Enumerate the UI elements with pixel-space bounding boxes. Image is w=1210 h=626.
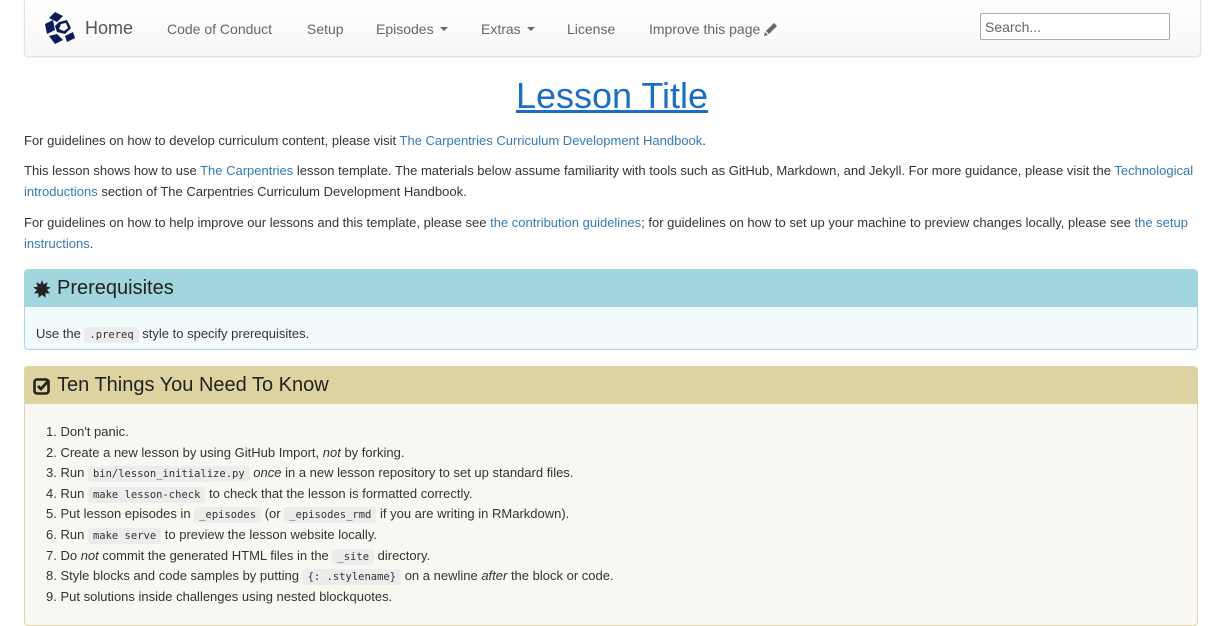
asterisk-icon [33, 279, 51, 298]
text: Put lesson episodes in [60, 506, 195, 522]
text: in a new lesson repository to set up sta… [281, 465, 574, 481]
ten-things-title: Ten Things You Need To Know [57, 374, 329, 396]
inline-code: _site [332, 548, 375, 565]
ten-things-header: Ten Things You Need To Know [25, 367, 1197, 404]
text: Create a new lesson by using GitHub Impo… [60, 444, 323, 460]
inline-code: _episodes_rmd [284, 507, 377, 524]
prerequisites-header: Prerequisites [25, 270, 1197, 307]
inline-code: make serve [87, 527, 162, 544]
text: directory. [374, 547, 431, 563]
list-item: 6. Run make serve to preview the lesson … [46, 525, 614, 546]
text: Style blocks and code samples by putting [60, 568, 303, 584]
nav-improve-this-page[interactable]: Improve this page [649, 21, 778, 37]
text: Don't panic. [60, 424, 129, 439]
text: Put solutions inside challenges using ne… [60, 588, 393, 604]
nav-label: Episodes [376, 21, 434, 37]
list-item: 7. Do not commit the generated HTML file… [46, 546, 614, 567]
carpentries-logo-icon [45, 12, 75, 44]
contribution-guidelines-link[interactable]: the contribution guidelines [490, 215, 641, 230]
nav-episodes-dropdown[interactable]: Episodes [376, 21, 448, 37]
text: the block or code. [507, 568, 614, 584]
emphasis: not [322, 444, 341, 460]
list-item: 3. Run bin/lesson_initialize.py once in … [46, 463, 614, 484]
item-number: 5. [46, 506, 57, 522]
inline-code: {: .stylename} [302, 569, 402, 586]
emphasis: once [253, 465, 282, 481]
emphasis: not [80, 547, 99, 563]
item-number: 4. [46, 485, 57, 501]
text: to check that the lesson is formatted co… [205, 485, 473, 501]
text: on a newline [401, 568, 482, 584]
page-title: Lesson Title [0, 75, 1210, 117]
emphasis: after [481, 568, 508, 584]
text: (or [261, 506, 285, 522]
carpentries-link[interactable]: The Carpentries [200, 163, 293, 178]
nav-license[interactable]: License [567, 21, 615, 37]
inline-code: bin/lesson_initialize.py [87, 466, 250, 483]
text: Do [60, 547, 81, 563]
search-input[interactable] [980, 13, 1170, 40]
text: section of The Carpentries Curriculum De… [97, 184, 467, 199]
nav-label: Extras [481, 21, 521, 37]
prerequisites-body: Use the .prereq style to specify prerequ… [25, 307, 1197, 343]
navbar: Home Code of Conduct Setup Episodes Extr… [24, 0, 1201, 57]
item-number: 2. [46, 444, 57, 460]
text: Run [60, 526, 88, 542]
nav-label: Improve this page [649, 21, 761, 37]
caret-down-icon [439, 27, 448, 31]
lesson-title-link[interactable]: Lesson Title [516, 75, 708, 116]
item-number: 3. [46, 465, 57, 481]
item-number: 7. [46, 547, 57, 563]
text: commit the generated HTML files in the [98, 547, 333, 563]
text: . [702, 133, 706, 148]
caret-down-icon [526, 27, 535, 31]
text: lesson template. The materials below ass… [293, 163, 1115, 178]
text: to preview the lesson website locally. [161, 526, 377, 542]
nav-extras-dropdown[interactable]: Extras [481, 21, 535, 37]
list-item: 5. Put lesson episodes in _episodes (or … [46, 504, 614, 525]
item-number: 1. [46, 424, 57, 439]
inline-code: .prereq [84, 327, 139, 343]
text: For guidelines on how to help improve ou… [24, 215, 491, 230]
text: if you are writing in RMarkdown). [376, 506, 570, 522]
text: Use the [36, 326, 85, 341]
list-item: 1. Don't panic. [46, 422, 614, 443]
list-item: 4. Run make lesson-check to check that t… [46, 484, 614, 505]
item-number: 8. [46, 568, 57, 584]
pencil-icon [764, 23, 778, 36]
text: . [89, 236, 94, 251]
brand-home-label: Home [85, 17, 134, 38]
item-number: 9. [46, 588, 57, 604]
brand-home-link[interactable]: Home [41, 10, 133, 46]
intro-paragraph-1: For guidelines on how to develop curricu… [24, 130, 1199, 151]
nav-label: Setup [307, 21, 344, 37]
prerequisites-title: Prerequisites [57, 277, 174, 299]
text: Run [60, 485, 88, 501]
item-number: 6. [46, 526, 57, 542]
check-square-icon [33, 377, 51, 395]
text: This lesson shows how to use [24, 163, 201, 178]
intro-paragraph-3: For guidelines on how to help improve ou… [24, 212, 1199, 254]
curriculum-handbook-link[interactable]: The Carpentries Curriculum Development H… [400, 133, 703, 148]
nav-label: License [567, 21, 616, 37]
text: by forking. [340, 444, 405, 460]
list-item: 8. Style blocks and code samples by putt… [46, 566, 614, 587]
ten-things-list: 1. Don't panic. 2. Create a new lesson b… [25, 422, 614, 607]
text: For guidelines on how to develop curricu… [24, 133, 400, 148]
nav-label: Code of Conduct [167, 21, 273, 37]
text: ; for guidelines on how to set up your m… [641, 215, 1135, 230]
list-item: 2. Create a new lesson by using GitHub I… [46, 443, 614, 464]
prerequisites-box: Prerequisites Use the .prereq style to s… [24, 269, 1198, 350]
text: Run [60, 465, 88, 481]
ten-things-box: Ten Things You Need To Know 1. Don't pan… [24, 366, 1198, 626]
intro-paragraph-2: This lesson shows how to use The Carpent… [24, 160, 1199, 202]
inline-code: _episodes [194, 507, 262, 524]
inline-code: make lesson-check [87, 486, 206, 503]
nav-setup[interactable]: Setup [307, 21, 344, 37]
list-item: 9. Put solutions inside challenges using… [46, 587, 614, 608]
text: style to specify prerequisites. [138, 326, 310, 341]
nav-code-of-conduct[interactable]: Code of Conduct [167, 21, 272, 37]
